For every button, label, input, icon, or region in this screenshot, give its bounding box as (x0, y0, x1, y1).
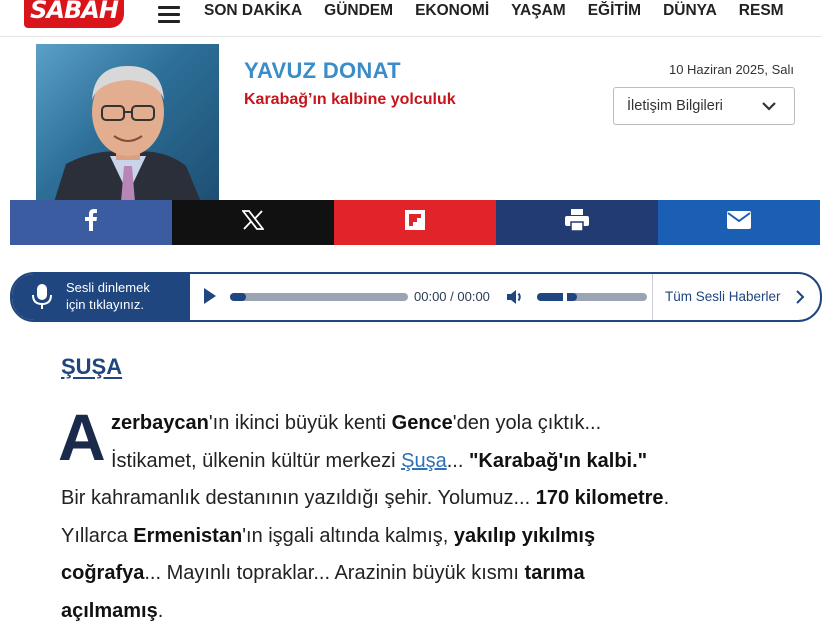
audio-progress-bar[interactable] (230, 293, 408, 301)
publish-date: 10 Haziran 2025, Salı (668, 62, 794, 77)
text: 'ın işgali altında kalmış, (242, 524, 454, 547)
text: . (663, 487, 670, 509)
susa-link[interactable]: Şuşa (401, 450, 447, 472)
volume-fill (537, 293, 577, 301)
volume-divider (563, 293, 567, 301)
listen-prompt-line2: için tıklayınız. (66, 297, 145, 312)
print-icon (565, 209, 589, 236)
author-card: YAVUZ DONAT Karabağ’ın kalbine yolculuk … (12, 40, 820, 202)
audio-time: 00:00 / 00:00 (414, 289, 490, 304)
chevron-down-icon (760, 97, 778, 120)
top-navigation: SABAH SON DAKİKA GÜNDEM EKONOMİ YAŞAM EĞ… (0, 0, 822, 37)
bold-text: "Karabağ'ın kalbi." (468, 449, 648, 472)
paragraph-line: zerbaycan'ın ikinci büyük kenti Gence'de… (61, 405, 801, 443)
email-icon (727, 211, 751, 234)
text: ... Mayınlı topraklar... Arazinin büyük … (144, 562, 525, 584)
nav-item-resmi[interactable]: RESM (739, 0, 794, 22)
listen-prompt[interactable]: Sesli dinlemek için tıklayınız. (12, 274, 190, 320)
x-share-button[interactable] (172, 200, 334, 245)
bold-text: coğrafya (61, 562, 145, 584)
bold-text: açılmamış (61, 599, 158, 622)
section-heading[interactable]: ŞUŞA (61, 354, 122, 380)
bold-text: zerbaycan (111, 412, 209, 434)
text: Yıllarca (61, 524, 134, 547)
volume-icon[interactable] (506, 288, 524, 311)
print-button[interactable] (496, 200, 658, 245)
text: ... (446, 449, 469, 472)
facebook-icon (84, 209, 98, 236)
audio-player: Sesli dinlemek için tıklayınız. 00:00 / … (10, 272, 822, 322)
nav-item-ekonomi[interactable]: EKONOMİ (415, 0, 499, 22)
flipboard-icon (405, 210, 425, 235)
facebook-share-button[interactable] (10, 200, 172, 245)
text: . (157, 599, 164, 622)
nav-item-gundem[interactable]: GÜNDEM (324, 0, 403, 22)
text: Bir kahramanlık destanının yazıldığı şeh… (61, 487, 536, 509)
microphone-icon (32, 284, 52, 315)
contact-info-dropdown[interactable]: İletişim Bilgileri (613, 87, 795, 125)
bold-text: yakılıp yıkılmış (453, 524, 596, 547)
all-audio-news-link[interactable]: Tüm Sesli Haberler (652, 274, 820, 320)
nav-item-yasam[interactable]: YAŞAM (511, 0, 576, 22)
play-icon[interactable] (202, 287, 218, 310)
text: 'den yola çıktık... (452, 412, 602, 434)
hamburger-menu-icon[interactable] (158, 3, 180, 25)
text: 'ın ikinci büyük kenti (208, 412, 392, 434)
author-photo[interactable] (36, 44, 219, 202)
author-name[interactable]: YAVUZ DONAT (244, 58, 401, 84)
listen-prompt-line1: Sesli dinlemek (66, 280, 150, 295)
article-paragraph: zerbaycan'ın ikinci büyük kenti Gence'de… (61, 405, 801, 630)
nav-menu: SON DAKİKA GÜNDEM EKONOMİ YAŞAM EĞİTİM D… (204, 0, 806, 22)
contact-info-label: İletişim Bilgileri (627, 98, 723, 114)
bold-text: Ermenistan (133, 524, 243, 547)
volume-slider[interactable] (537, 293, 647, 301)
progress-knob[interactable] (230, 293, 246, 301)
nav-item-dunya[interactable]: DÜNYA (663, 0, 727, 22)
bold-text: 170 kilometre (535, 487, 664, 509)
share-bar (10, 200, 820, 245)
flipboard-share-button[interactable] (334, 200, 496, 245)
bold-text: Gence (391, 412, 453, 434)
paragraph-line: coğrafya... Mayınlı topraklar... Arazini… (61, 555, 801, 593)
paragraph-line: Yıllarca Ermenistan'ın işgali altında ka… (61, 518, 801, 556)
paragraph-line: İstikamet, ülkenin kültür merkezi Şuşa..… (61, 443, 801, 481)
nav-item-egitim[interactable]: EĞİTİM (588, 0, 651, 22)
site-logo[interactable]: SABAH (24, 0, 124, 28)
chevron-right-icon (795, 290, 805, 309)
article-title: Karabağ’ın kalbine yolculuk (244, 91, 456, 108)
email-share-button[interactable] (658, 200, 820, 245)
paragraph-line: Bir kahramanlık destanının yazıldığı şeh… (61, 480, 801, 518)
bold-text: tarıma (524, 562, 585, 584)
x-icon (241, 210, 265, 235)
all-audio-news-label: Tüm Sesli Haberler (665, 289, 781, 304)
nav-item-son-dakika[interactable]: SON DAKİKA (204, 0, 312, 22)
paragraph-line: açılmamış. (61, 593, 801, 630)
text: İstikamet, ülkenin kültür merkezi (111, 449, 402, 472)
